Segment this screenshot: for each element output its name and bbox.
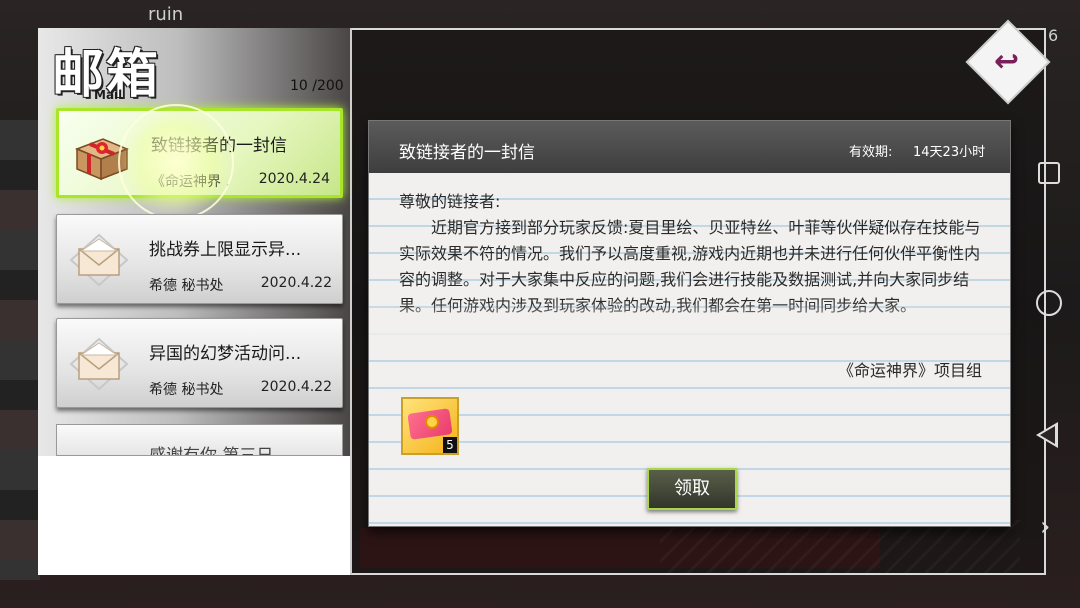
mail-item[interactable]: 异国的幻梦活动问... 希德 秘书处 2020.4.22 xyxy=(56,318,343,408)
mail-item-selected[interactable]: 致链接者的一封信 《命运神界 . 2020.4.24 xyxy=(56,108,343,198)
mail-date: 2020.4.22 xyxy=(260,379,332,395)
envelope-icon xyxy=(69,337,129,391)
mail-sender: 希德 秘书处 xyxy=(149,278,224,294)
claim-button[interactable]: 领取 xyxy=(647,468,737,510)
recent-apps-icon[interactable] xyxy=(1038,162,1060,184)
mail-title: 异国的幻梦活动问... xyxy=(149,344,302,364)
gift-box-icon xyxy=(71,129,131,183)
return-arrow-icon: ↩ xyxy=(994,44,1020,79)
attachment-count: 5 xyxy=(443,437,457,453)
page-subtitle: Mail xyxy=(94,88,123,102)
chevron-right-icon[interactable]: › xyxy=(1040,512,1050,542)
mail-list-footer xyxy=(38,456,352,575)
mail-item[interactable]: 挑战券上限显示异... 希德 秘书处 2020.4.22 xyxy=(56,214,343,304)
android-nav-bar: › xyxy=(1030,150,1070,550)
validity-label: 有效期: xyxy=(849,145,893,160)
mail-title: 感谢有你 第三日 xyxy=(149,446,274,456)
mail-signature: 《命运神界》项目组 xyxy=(837,361,982,380)
envelope-icon xyxy=(69,233,129,287)
mail-date: 2020.4.22 xyxy=(260,275,332,291)
nav-back-icon[interactable] xyxy=(1036,422,1058,448)
mail-date: 2020.4.24 xyxy=(258,171,330,187)
back-button[interactable]: ↩ xyxy=(965,19,1051,105)
mail-item-partial[interactable]: 感谢有你 第三日 xyxy=(56,424,343,456)
background-strip xyxy=(0,120,40,580)
mail-title: 挑战券上限显示异... xyxy=(149,240,302,260)
coin-icon xyxy=(425,415,439,429)
mail-count: 10 /200 xyxy=(290,78,344,94)
validity-value: 14天23小时 xyxy=(913,145,986,160)
player-name: ruin xyxy=(148,4,184,25)
home-icon[interactable] xyxy=(1036,290,1062,316)
mail-detail-panel: 致链接者的一封信 有效期: 14天23小时 尊敬的链接者: 近期官方接到部分玩家… xyxy=(368,120,1011,527)
panel-divider xyxy=(350,28,352,575)
mail-sender: 《命运神界 . xyxy=(151,174,230,190)
body-fade xyxy=(369,301,1010,341)
mail-screen: ruin 6 邮箱 Mail 10 /200 致链接者的一封信 《命运神界 . … xyxy=(0,0,1080,608)
detail-title: 致链接者的一封信 xyxy=(399,143,535,163)
mail-sender: 希德 秘书处 xyxy=(149,382,224,398)
mail-title: 致链接者的一封信 xyxy=(151,136,287,156)
attachment-item[interactable]: 5 xyxy=(401,397,459,455)
mail-greeting: 尊敬的链接者: xyxy=(399,192,501,211)
detail-header: 致链接者的一封信 有效期: 14天23小时 xyxy=(369,121,1010,173)
